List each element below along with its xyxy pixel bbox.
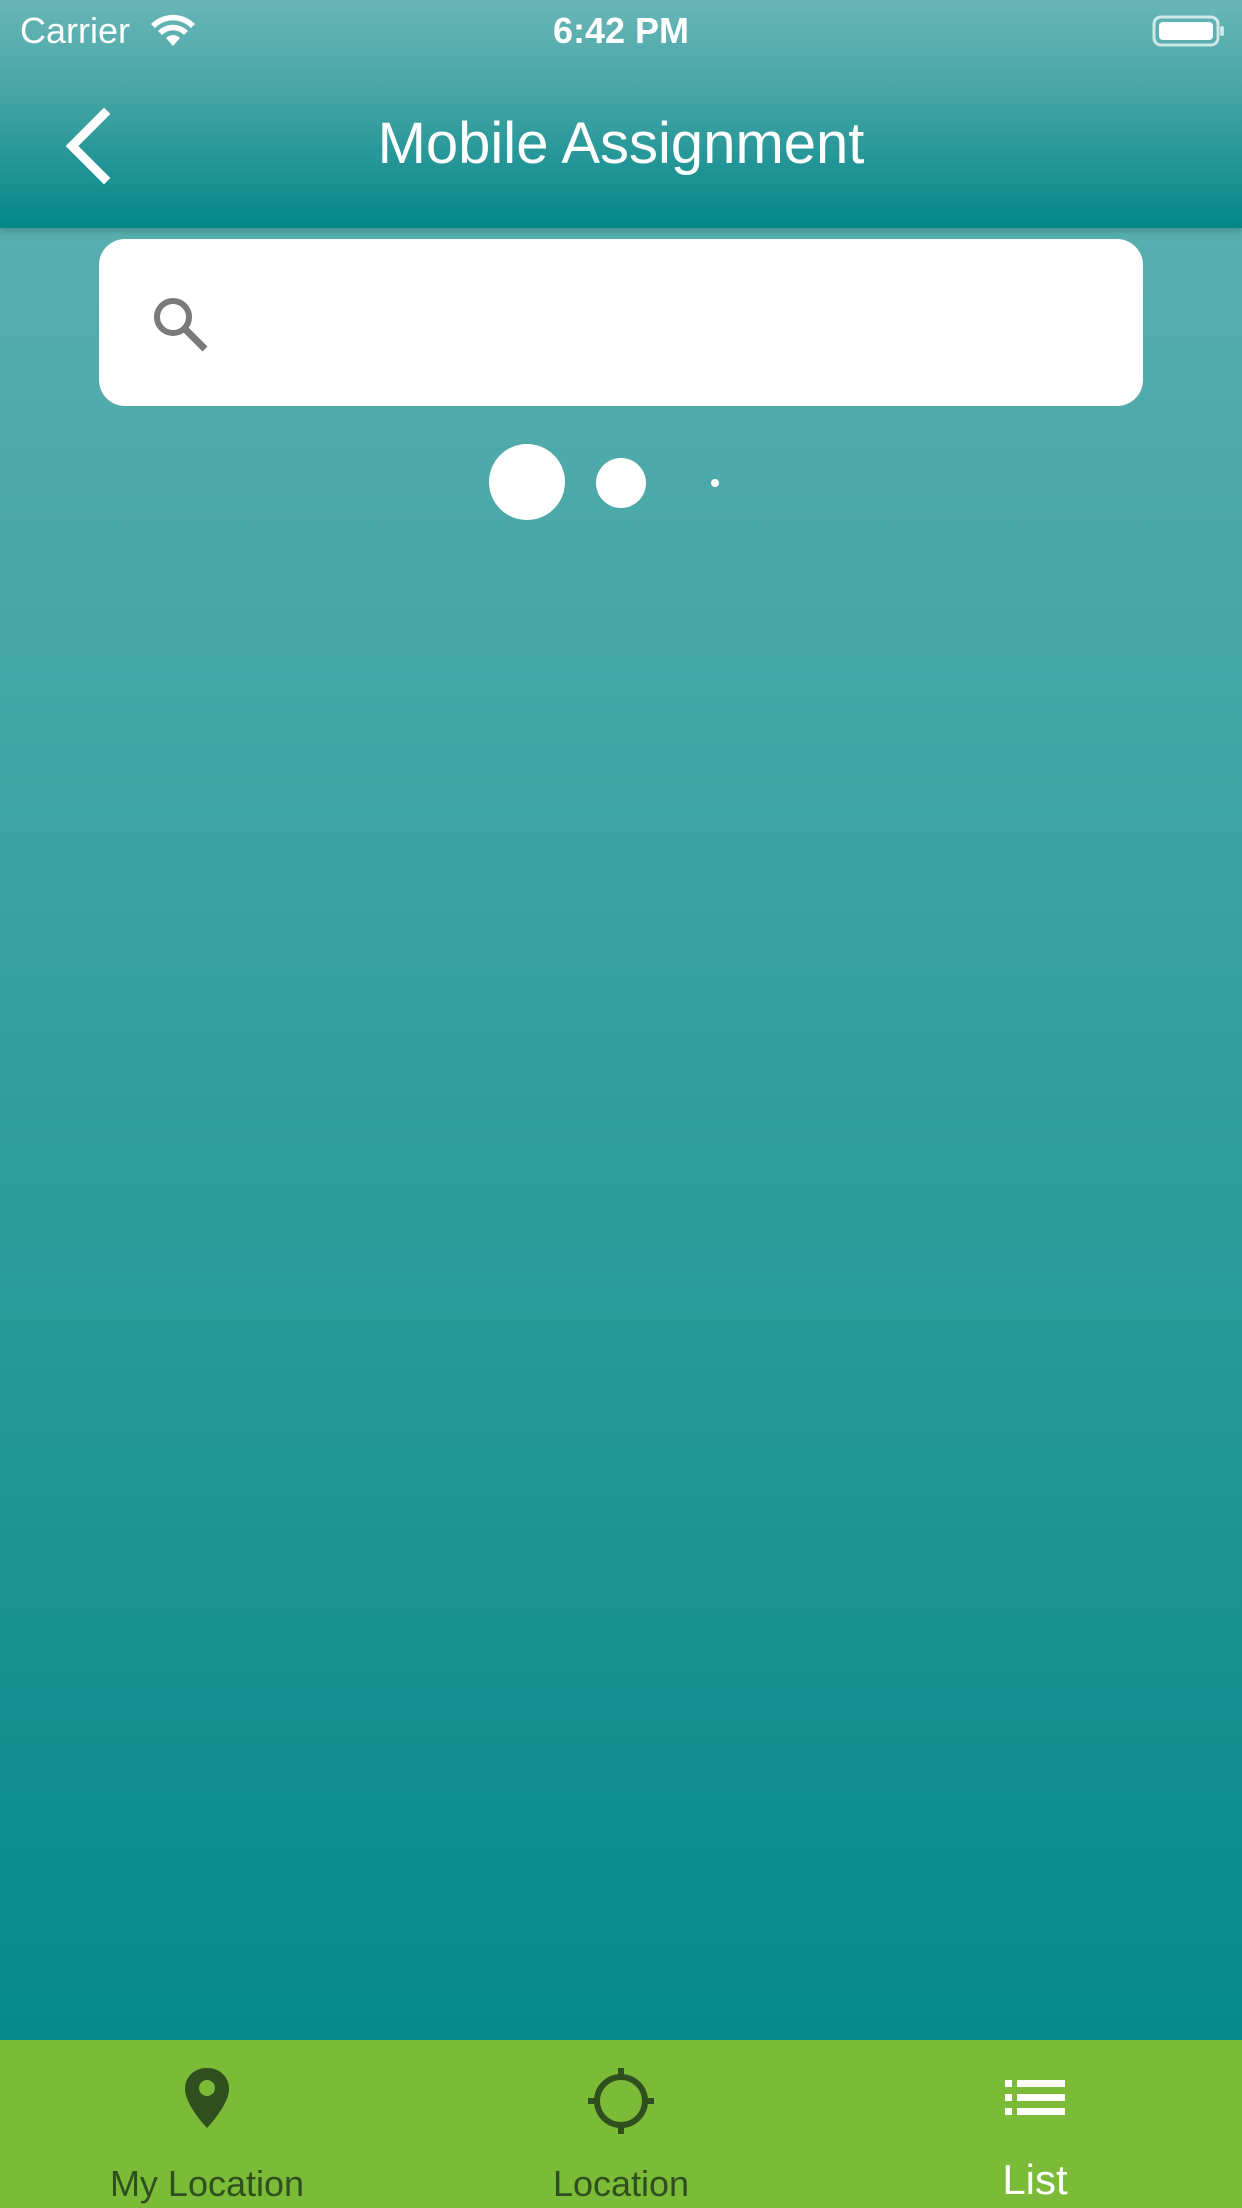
tab-location[interactable]: Location bbox=[414, 2040, 828, 2208]
bottom-tab-bar: My Location Location List bbox=[0, 2040, 1242, 2208]
map-pin-icon bbox=[185, 2068, 229, 2128]
loading-dot bbox=[596, 458, 646, 508]
tab-label: Location bbox=[552, 2163, 690, 2204]
search-icon bbox=[154, 298, 208, 352]
battery-icon bbox=[1152, 15, 1224, 47]
list-icon bbox=[1005, 2080, 1065, 2115]
status-time: 6:42 PM bbox=[552, 10, 690, 51]
status-bar: Carrier 6:42 PM bbox=[0, 0, 1242, 62]
search-input[interactable] bbox=[239, 279, 1103, 369]
tab-my-location[interactable]: My Location bbox=[0, 2040, 414, 2208]
tab-label: My Location bbox=[109, 2163, 305, 2204]
loading-dot bbox=[489, 444, 565, 520]
crosshair-icon bbox=[588, 2068, 654, 2134]
page-title: Mobile Assignment bbox=[377, 111, 865, 176]
app-header: Carrier 6:42 PM Mobile Assignment bbox=[0, 0, 1242, 228]
search-bar[interactable] bbox=[99, 239, 1143, 406]
tab-list[interactable]: List bbox=[828, 2040, 1242, 2208]
tab-label: List bbox=[1002, 2156, 1068, 2203]
loading-dot bbox=[711, 479, 719, 487]
